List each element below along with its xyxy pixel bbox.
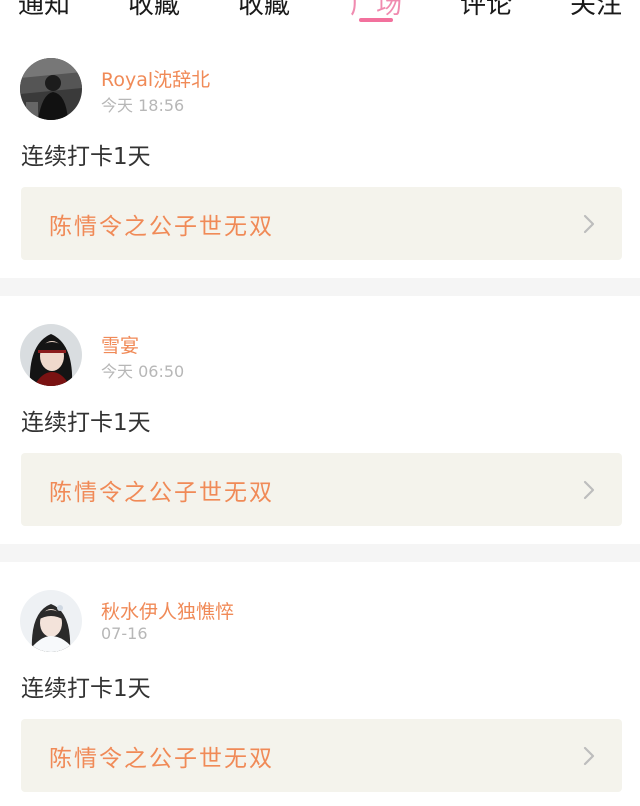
linked-work-card[interactable]: 陈情令之公子世无双: [21, 187, 622, 260]
post-item: 雪宴 今天 06:50 连续打卡1天 陈情令之公子世无双: [0, 296, 640, 544]
avatar-image-icon: [20, 58, 82, 120]
username[interactable]: 秋水伊人独憔悴: [101, 597, 234, 624]
avatar[interactable]: [20, 324, 82, 386]
post-content: 连续打卡1天: [21, 144, 151, 170]
post-time: 今天 06:50: [101, 362, 185, 381]
post-content: 连续打卡1天: [21, 676, 151, 702]
post-separator: [0, 544, 640, 562]
username[interactable]: 雪宴: [101, 331, 139, 358]
tab-collection-1[interactable]: 收藏: [128, 0, 180, 21]
tab-following[interactable]: 关注: [570, 0, 622, 21]
linked-work-card[interactable]: 陈情令之公子世无双: [21, 453, 622, 526]
post-content: 连续打卡1天: [21, 410, 151, 436]
linked-work-title: 陈情令之公子世无双: [49, 480, 274, 506]
avatar[interactable]: [20, 58, 82, 120]
username[interactable]: Royal沈辞北: [101, 65, 210, 92]
linked-work-title: 陈情令之公子世无双: [49, 746, 274, 772]
post-item: 秋水伊人独憔悴 07-16 连续打卡1天 陈情令之公子世无双: [0, 562, 640, 806]
post-item: Royal沈辞北 今天 18:56 连续打卡1天 陈情令之公子世无双: [0, 30, 640, 278]
post-feed: Royal沈辞北 今天 18:56 连续打卡1天 陈情令之公子世无双 雪宴 今天…: [0, 30, 640, 806]
avatar-image-icon: [20, 324, 82, 386]
avatar[interactable]: [20, 590, 82, 652]
linked-work-card[interactable]: 陈情令之公子世无双: [21, 719, 622, 792]
post-separator: [0, 278, 640, 296]
active-tab-indicator: [359, 18, 393, 22]
post-time: 今天 18:56: [101, 96, 185, 115]
linked-work-title: 陈情令之公子世无双: [49, 214, 274, 240]
tab-notifications[interactable]: 通知: [18, 0, 70, 21]
chevron-right-icon: [583, 480, 595, 500]
tab-comments[interactable]: 评论: [460, 0, 512, 21]
tab-collection-2[interactable]: 收藏: [238, 0, 290, 21]
chevron-right-icon: [583, 214, 595, 234]
avatar-image-icon: [20, 590, 82, 652]
chevron-right-icon: [583, 746, 595, 766]
post-time: 07-16: [101, 624, 148, 643]
top-tab-bar: 通知 收藏 收藏 广场 评论 关注: [0, 0, 640, 30]
